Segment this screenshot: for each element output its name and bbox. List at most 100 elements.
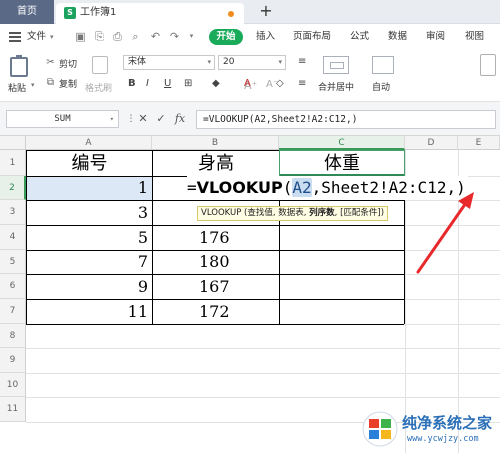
cell-a7[interactable]: 11 — [27, 299, 152, 324]
unsaved-dot-icon[interactable] — [228, 11, 234, 17]
confirm-formula-icon[interactable]: ✓ — [154, 112, 168, 126]
row-header-1[interactable]: 1 — [0, 150, 26, 176]
font-color-icon[interactable]: A — [244, 78, 251, 89]
cell-a3[interactable]: 3 — [27, 200, 152, 225]
tab-workbook[interactable]: S 工作簿1 — [56, 3, 244, 24]
paste-dropdown-icon[interactable]: ▾ — [31, 81, 35, 89]
cell-a5[interactable]: 7 — [27, 250, 152, 274]
menu-formulas[interactable]: 公式 — [350, 24, 369, 50]
name-box[interactable]: SUM ▾ — [6, 110, 119, 128]
auto-wrap-button[interactable]: 自动 — [372, 80, 390, 93]
gridline — [26, 348, 500, 349]
cell-a1[interactable]: 编号 — [27, 151, 152, 176]
paste-icon[interactable] — [10, 55, 28, 77]
fill-color-icon[interactable]: ◆ — [212, 78, 220, 89]
bold-icon[interactable]: B — [128, 78, 136, 89]
menu-insert[interactable]: 插入 — [256, 24, 275, 50]
export-pdf-icon[interactable]: ⎘ — [93, 30, 106, 43]
paste-label[interactable]: 粘贴 — [8, 81, 26, 94]
italic-icon[interactable]: I — [146, 78, 149, 89]
site-watermark: 纯净系统之家 www.ycwjzy.com — [362, 408, 498, 452]
align-bottom-icon[interactable]: ≡ — [298, 78, 306, 89]
select-all-corner[interactable] — [0, 136, 26, 150]
row-header-2[interactable]: 2 — [0, 176, 26, 200]
print-preview-icon[interactable]: ⌕ — [129, 30, 142, 43]
insert-function-icon[interactable]: fx — [173, 112, 187, 126]
menu-bar: 文件 ▾ ▣ ⎘ ⎙ ⌕ ↶ ↷ ▾ 开始 插入 页面布局 公式 数据 审阅 视… — [0, 24, 500, 50]
undo-icon[interactable]: ↶ — [149, 30, 162, 43]
save-icon[interactable]: ▣ — [74, 30, 87, 43]
formula-bar: SUM ▾ ⋮ ✕ ✓ fx =VLOOKUP(A2,Sheet2!A2:C12… — [0, 102, 500, 136]
merge-center-icon[interactable] — [323, 56, 349, 74]
clear-format-icon[interactable]: ◇ — [276, 78, 284, 89]
title-bar: 首页 S 工作簿1 + — [0, 0, 500, 24]
tooltip-text-start: VLOOKUP (查找值, 数据表, — [201, 208, 310, 218]
tooltip-current-arg: 列序数 — [309, 208, 335, 218]
cut-button[interactable]: 剪切 — [59, 57, 77, 70]
column-header-a[interactable]: A — [26, 136, 152, 150]
name-box-value: SUM — [54, 114, 71, 124]
row-header-5[interactable]: 5 — [0, 250, 26, 274]
column-header-c[interactable]: C — [279, 136, 405, 150]
row-header-3[interactable]: 3 — [0, 200, 26, 225]
cell-c1[interactable]: 体重 — [280, 151, 404, 176]
cell-b5[interactable]: 180 — [153, 250, 279, 274]
tab-home[interactable]: 首页 — [0, 0, 54, 24]
column-header-e[interactable]: E — [458, 136, 500, 150]
menu-file[interactable]: 文件 — [27, 24, 46, 50]
formula-reference-a2[interactable]: A2 — [292, 178, 312, 197]
chevron-down-icon: ▾ — [278, 58, 282, 66]
row-header-9[interactable]: 9 — [0, 348, 26, 373]
row-header-6[interactable]: 6 — [0, 274, 26, 299]
cancel-formula-icon[interactable]: ✕ — [136, 112, 150, 126]
function-signature-tooltip[interactable]: VLOOKUP (查找值, 数据表, 列序数, [匹配条件]) — [197, 206, 389, 221]
copy-icon[interactable]: ⧉ — [45, 77, 56, 88]
menu-review[interactable]: 审阅 — [426, 24, 445, 50]
merge-center-button[interactable]: 合并居中 — [318, 80, 354, 93]
formula-input[interactable]: =VLOOKUP(A2,Sheet2!A2:C12,) — [196, 110, 496, 129]
watermark-text: 纯净系统之家 — [402, 414, 493, 432]
menu-view[interactable]: 视图 — [465, 24, 484, 50]
row-header-7[interactable]: 7 — [0, 299, 26, 324]
cell-b6[interactable]: 167 — [153, 274, 279, 299]
watermark-url: www.ycwjzy.com — [407, 434, 479, 444]
cell-b7[interactable]: 172 — [153, 299, 279, 324]
column-header-d[interactable]: D — [405, 136, 458, 150]
hamburger-menu-icon[interactable] — [9, 32, 21, 42]
cell-b4[interactable]: 176 — [153, 225, 279, 250]
auto-wrap-icon[interactable] — [372, 56, 394, 74]
cut-icon[interactable]: ✂ — [45, 57, 56, 68]
spreadsheet-grid[interactable]: A B C D E 1 2 3 4 5 6 7 8 9 10 11 编号 身高 … — [0, 136, 500, 453]
gridline — [26, 397, 500, 398]
row-header-4[interactable]: 4 — [0, 225, 26, 250]
column-header-b[interactable]: B — [152, 136, 279, 150]
format-painter-icon[interactable] — [92, 56, 108, 74]
gridline — [26, 373, 500, 374]
align-left-icon[interactable]: ≡ — [298, 56, 306, 67]
new-tab-button[interactable]: + — [258, 0, 274, 24]
font-size-value: 20 — [223, 57, 235, 67]
format-painter-button[interactable]: 格式刷 — [85, 81, 112, 94]
copy-button[interactable]: 复制 — [59, 77, 77, 90]
font-size-select[interactable]: 20 ▾ — [218, 55, 286, 70]
windows-logo-icon — [362, 411, 398, 447]
border-icon[interactable]: ⊞ — [184, 78, 192, 89]
cell-a2[interactable]: 1 — [27, 176, 152, 200]
redo-icon[interactable]: ↷ — [168, 30, 181, 43]
cell-b1[interactable]: 身高 — [153, 151, 279, 176]
cell-a6[interactable]: 9 — [27, 274, 152, 299]
cell-a4[interactable]: 5 — [27, 225, 152, 250]
row-header-8[interactable]: 8 — [0, 324, 26, 348]
quick-access-dropdown-icon[interactable]: ▾ — [185, 30, 198, 43]
menu-data[interactable]: 数据 — [388, 24, 407, 50]
number-format-icon[interactable] — [480, 54, 496, 76]
row-header-10[interactable]: 10 — [0, 373, 26, 397]
menu-page-layout[interactable]: 页面布局 — [293, 24, 331, 50]
underline-icon[interactable]: U — [164, 78, 171, 89]
menu-start[interactable]: 开始 — [209, 29, 243, 45]
font-name-select[interactable]: 宋体 ▾ — [123, 55, 215, 70]
file-dropdown-icon[interactable]: ▾ — [50, 24, 54, 50]
print-icon[interactable]: ⎙ — [111, 30, 124, 43]
row-header-11[interactable]: 11 — [0, 397, 26, 422]
chevron-down-icon: ▾ — [207, 58, 211, 66]
